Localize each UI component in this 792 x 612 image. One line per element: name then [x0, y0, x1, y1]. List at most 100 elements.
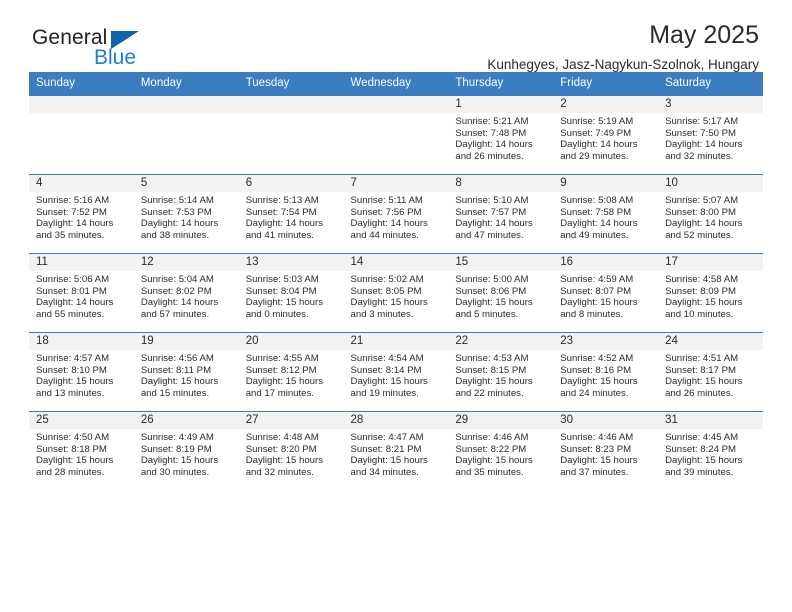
calendar-day-cell[interactable]: 31 Sunrise: 4:45 AM Sunset: 8:24 PM Dayligh…: [658, 411, 763, 490]
calendar-day-cell[interactable]: 13 Sunrise: 5:03 AM Sunset: 8:04 PM Dayligh…: [238, 253, 344, 333]
calendar-day-cell[interactable]: 29 Sunrise: 4:46 AM Sunset: 8:22 PM Dayligh…: [448, 411, 554, 490]
sunset-time: Sunset: 8:05 PM: [350, 285, 422, 297]
calendar-day-cell[interactable]: 14 Sunrise: 5:02 AM Sunset: 8:05 PM Dayligh…: [343, 253, 449, 333]
sunset-time: Sunset: 7:52 PM: [36, 206, 107, 218]
calendar-day-cell[interactable]: 22 Sunrise: 4:53 AM Sunset: 8:15 PM Dayligh…: [448, 332, 554, 412]
calendar-day-cell[interactable]: 30 Sunrise: 4:46 AM Sunset: 8:23 PM Dayligh…: [553, 411, 659, 490]
calendar-day-cell[interactable]: 5 Sunrise: 5:14 AM Sunset: 7:53 PM Daylight…: [133, 174, 239, 254]
day-details: Sunrise: 4:57 AM Sunset: 8:10 PM Daylight:…: [29, 350, 134, 399]
day-number: 22: [448, 333, 554, 350]
sunrise-time: Sunrise: 4:50 AM: [36, 432, 110, 443]
calendar-day-cell[interactable]: 11 Sunrise: 5:06 AM Sunset: 8:01 PM Dayligh…: [29, 253, 134, 333]
day-details: Sunrise: 5:21 AM Sunset: 7:48 PM Daylight:…: [448, 113, 553, 162]
calendar-day-cell[interactable]: 28 Sunrise: 4:47 AM Sunset: 8:21 PM Dayligh…: [343, 411, 449, 490]
sunset-time: Sunset: 8:04 PM: [245, 285, 317, 297]
sunrise-time: Sunrise: 5:00 AM: [455, 274, 529, 285]
day-number: 11: [29, 254, 134, 271]
page-title: May 2025: [649, 21, 759, 49]
sunrise-time: Sunrise: 4:59 AM: [560, 274, 634, 285]
calendar-day-cell[interactable]: 7 Sunrise: 5:11 AM Sunset: 7:56 PM Daylight…: [343, 174, 449, 254]
daylight-duration-line1: Daylight: 15 hours: [455, 376, 533, 388]
daylight-duration-line1: Daylight: 15 hours: [455, 297, 533, 309]
daylight-duration-line2: and 52 minutes.: [665, 229, 734, 241]
calendar-day-cell[interactable]: 10 Sunrise: 5:07 AM Sunset: 8:00 PM Dayligh…: [658, 174, 763, 254]
day-number: 31: [658, 412, 763, 429]
day-details: Sunrise: 5:07 AM Sunset: 8:00 PM Daylight:…: [658, 192, 763, 241]
calendar-day-cell[interactable]: 20 Sunrise: 4:55 AM Sunset: 8:12 PM Dayligh…: [238, 332, 344, 412]
calendar-day-cell[interactable]: 9 Sunrise: 5:08 AM Sunset: 7:58 PM Daylight…: [553, 174, 659, 254]
day-number: 24: [658, 333, 763, 350]
day-details: Sunrise: 4:56 AM Sunset: 8:11 PM Daylight:…: [134, 350, 239, 399]
calendar-day-cell[interactable]: 23 Sunrise: 4:52 AM Sunset: 8:16 PM Dayligh…: [553, 332, 659, 412]
sunset-time: Sunset: 7:50 PM: [665, 127, 736, 139]
weekday-header-thursday: Thursday: [448, 72, 554, 96]
calendar-week-row: 11 Sunrise: 5:06 AM Sunset: 8:01 PM Dayligh…: [29, 253, 763, 333]
day-details: Sunrise: 4:54 AM Sunset: 8:14 PM Daylight:…: [344, 350, 449, 399]
daylight-duration-line1: Daylight: 15 hours: [560, 297, 638, 309]
sunset-time: Sunset: 8:14 PM: [350, 364, 422, 376]
day-number: 7: [343, 175, 449, 192]
calendar-day-cell[interactable]: 19 Sunrise: 4:56 AM Sunset: 8:11 PM Dayligh…: [133, 332, 239, 412]
sunset-time: Sunset: 7:54 PM: [245, 206, 317, 218]
daylight-duration-line2: and 47 minutes.: [455, 229, 524, 241]
calendar-day-cell[interactable]: 21 Sunrise: 4:54 AM Sunset: 8:14 PM Dayligh…: [343, 332, 449, 412]
sunset-time: Sunset: 8:01 PM: [36, 285, 107, 297]
day-details: Sunrise: 5:19 AM Sunset: 7:49 PM Daylight:…: [553, 113, 658, 162]
calendar-day-cell[interactable]: 4 Sunrise: 5:16 AM Sunset: 7:52 PM Daylight…: [29, 174, 134, 254]
sunrise-time: Sunrise: 4:54 AM: [350, 353, 424, 364]
day-details: Sunrise: 5:11 AM Sunset: 7:56 PM Daylight:…: [344, 192, 449, 241]
daylight-duration-line2: and 38 minutes.: [140, 229, 210, 241]
calendar-day-cell[interactable]: 24 Sunrise: 4:51 AM Sunset: 8:17 PM Dayligh…: [658, 332, 763, 412]
day-number: 2: [553, 96, 659, 113]
day-number: 3: [658, 96, 763, 113]
daylight-duration-line2: and 57 minutes.: [140, 308, 210, 320]
day-number: 10: [658, 175, 763, 192]
day-number: [343, 96, 449, 113]
day-details: Sunrise: 5:02 AM Sunset: 8:05 PM Daylight:…: [344, 271, 449, 320]
daylight-duration-line2: and 39 minutes.: [665, 466, 734, 478]
calendar-day-cell[interactable]: 17 Sunrise: 4:58 AM Sunset: 8:09 PM Dayligh…: [658, 253, 763, 333]
sunrise-time: Sunrise: 4:52 AM: [560, 353, 634, 364]
logo-text-blue: Blue: [94, 46, 137, 69]
sunrise-time: Sunrise: 5:06 AM: [36, 274, 110, 285]
day-number: 6: [238, 175, 344, 192]
calendar-day-cell[interactable]: 26 Sunrise: 4:49 AM Sunset: 8:19 PM Dayligh…: [133, 411, 239, 490]
day-number: 5: [133, 175, 239, 192]
daylight-duration-line2: and 26 minutes.: [455, 150, 524, 162]
calendar-day-cell[interactable]: 6 Sunrise: 5:13 AM Sunset: 7:54 PM Daylight…: [238, 174, 344, 254]
daylight-duration-line1: Daylight: 15 hours: [560, 376, 638, 388]
sunset-time: Sunset: 8:23 PM: [560, 443, 632, 455]
sunset-time: Sunset: 8:07 PM: [560, 285, 632, 297]
daylight-duration-line1: Daylight: 15 hours: [140, 455, 219, 467]
calendar-day-cell[interactable]: 8 Sunrise: 5:10 AM Sunset: 7:57 PM Daylight…: [448, 174, 554, 254]
general-blue-logo[interactable]: General Blue: [32, 26, 232, 78]
daylight-duration-line2: and 37 minutes.: [560, 466, 629, 478]
calendar-day-cell[interactable]: 12 Sunrise: 5:04 AM Sunset: 8:02 PM Dayligh…: [133, 253, 239, 333]
day-number: 19: [133, 333, 239, 350]
day-number: [133, 96, 239, 113]
calendar-day-cell[interactable]: 18 Sunrise: 4:57 AM Sunset: 8:10 PM Dayligh…: [29, 332, 134, 412]
calendar-day-cell[interactable]: 16 Sunrise: 4:59 AM Sunset: 8:07 PM Dayligh…: [553, 253, 659, 333]
calendar-day-cell[interactable]: 1 Sunrise: 5:21 AM Sunset: 7:48 PM Daylight…: [448, 95, 554, 175]
daylight-duration-line1: Daylight: 14 hours: [36, 297, 114, 309]
sunset-time: Sunset: 8:10 PM: [36, 364, 107, 376]
calendar-day-cell[interactable]: 15 Sunrise: 5:00 AM Sunset: 8:06 PM Dayligh…: [448, 253, 554, 333]
daylight-duration-line2: and 15 minutes.: [140, 387, 210, 399]
daylight-duration-line2: and 32 minutes.: [245, 466, 314, 478]
sunrise-time: Sunrise: 5:11 AM: [350, 195, 423, 206]
calendar-day-cell[interactable]: 3 Sunrise: 5:17 AM Sunset: 7:50 PM Daylight…: [658, 95, 763, 175]
sunrise-time: Sunrise: 4:49 AM: [140, 432, 214, 443]
calendar-day-cell[interactable]: 27 Sunrise: 4:48 AM Sunset: 8:20 PM Dayligh…: [238, 411, 344, 490]
daylight-duration-line1: Daylight: 15 hours: [36, 376, 114, 388]
daylight-duration-line1: Daylight: 15 hours: [245, 376, 324, 388]
daylight-duration-line2: and 34 minutes.: [350, 466, 419, 478]
daylight-duration-line2: and 28 minutes.: [36, 466, 105, 478]
sunrise-time: Sunrise: 5:10 AM: [455, 195, 529, 206]
sunrise-time: Sunrise: 5:19 AM: [560, 116, 634, 127]
calendar-day-cell[interactable]: 25 Sunrise: 4:50 AM Sunset: 8:18 PM Dayligh…: [29, 411, 134, 490]
sunset-time: Sunset: 7:57 PM: [455, 206, 527, 218]
daylight-duration-line2: and 3 minutes.: [350, 308, 414, 320]
sunrise-time: Sunrise: 5:02 AM: [350, 274, 424, 285]
calendar-day-cell[interactable]: 2 Sunrise: 5:19 AM Sunset: 7:49 PM Daylight…: [553, 95, 659, 175]
day-number: 20: [238, 333, 344, 350]
